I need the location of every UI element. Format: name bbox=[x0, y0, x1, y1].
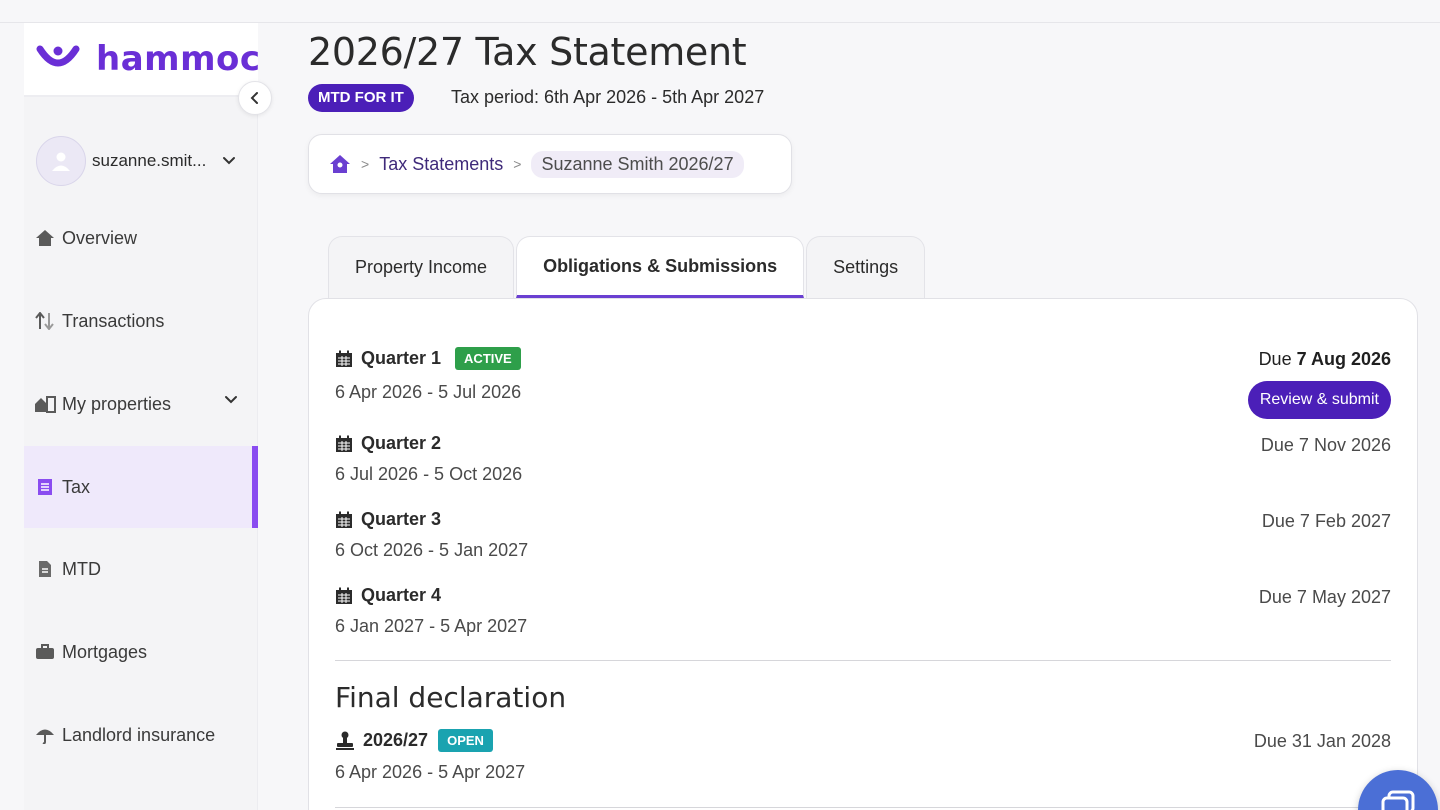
sort-arrows-icon bbox=[34, 310, 56, 332]
sidebar-item-my-properties[interactable]: My properties bbox=[24, 363, 258, 445]
sidebar: hammock suzanne.smit... Overview Transac… bbox=[24, 23, 272, 810]
logo[interactable]: hammock bbox=[24, 23, 258, 97]
final-declaration-title: Final declaration bbox=[335, 681, 567, 714]
chat-icon bbox=[1381, 790, 1415, 810]
final-dates: 6 Apr 2026 - 5 Apr 2027 bbox=[335, 762, 526, 782]
chevron-left-icon bbox=[250, 92, 258, 104]
sidebar-item-label: Transactions bbox=[62, 310, 165, 331]
avatar bbox=[36, 136, 86, 186]
sidebar-item-label: Landlord insurance bbox=[62, 724, 216, 745]
home-icon bbox=[330, 155, 350, 173]
due-date: Due 7 Feb 2027 bbox=[1261, 511, 1391, 531]
stamp-icon bbox=[335, 731, 355, 751]
breadcrumb-separator: > bbox=[513, 156, 522, 172]
quarter-title: Quarter 2 bbox=[361, 433, 442, 453]
mtd-badge: MTD FOR IT bbox=[308, 84, 414, 112]
quarter-dates: 6 Jul 2026 - 5 Oct 2026 bbox=[335, 464, 523, 484]
collapse-sidebar-button[interactable] bbox=[238, 81, 272, 115]
quarter-dates: 6 Oct 2026 - 5 Jan 2027 bbox=[335, 540, 529, 560]
chevron-down-icon bbox=[223, 157, 235, 165]
user-menu[interactable]: suzanne.smit... bbox=[36, 135, 246, 187]
sidebar-item-label: Tax bbox=[62, 476, 91, 497]
quarter-row: Quarter 4 6 Jan 2027 - 5 Apr 2027 Due 7 … bbox=[335, 585, 1391, 637]
sidebar-item-label: MTD bbox=[62, 558, 101, 579]
hammock-logo-icon bbox=[36, 45, 80, 67]
brand-name: hammock bbox=[96, 39, 258, 79]
home-icon bbox=[34, 227, 56, 249]
quarter-dates: 6 Jan 2027 - 5 Apr 2027 bbox=[335, 616, 528, 636]
document-icon bbox=[34, 476, 56, 498]
calendar-icon bbox=[335, 587, 353, 605]
sidebar-item-overview[interactable]: Overview bbox=[24, 197, 258, 279]
sidebar-item-transactions[interactable]: Transactions bbox=[24, 280, 258, 362]
calendar-icon bbox=[335, 350, 353, 368]
sidebar-item-label: Overview bbox=[62, 227, 138, 248]
quarter-row: Quarter 1 ACTIVE 6 Apr 2026 - 5 Jul 2026… bbox=[335, 347, 1391, 419]
sidebar-item-label: Mortgages bbox=[62, 641, 148, 662]
tab-bar: Property Income Obligations & Submission… bbox=[328, 236, 927, 298]
breadcrumb-separator: > bbox=[361, 156, 370, 172]
file-icon bbox=[34, 558, 56, 580]
breadcrumb-tax-statements[interactable]: Tax Statements bbox=[379, 154, 503, 175]
due-date: Due 31 Jan 2028 bbox=[1253, 731, 1391, 751]
tax-period: Tax period: 6th Apr 2026 - 5th Apr 2027 bbox=[451, 87, 765, 107]
calendar-icon bbox=[335, 511, 353, 529]
obligations-card: Quarter 1 ACTIVE 6 Apr 2026 - 5 Jul 2026… bbox=[308, 298, 1418, 810]
breadcrumb-current: Suzanne Smith 2026/27 bbox=[531, 150, 744, 178]
due-date: Due 7 Aug 2026 bbox=[1259, 349, 1391, 370]
review-submit-button[interactable]: Review & submit bbox=[1247, 381, 1391, 419]
breadcrumb: > Tax Statements > Suzanne Smith 2026/27 bbox=[308, 134, 792, 194]
briefcase-icon bbox=[34, 641, 56, 663]
quarter-dates: 6 Apr 2026 - 5 Jul 2026 bbox=[335, 382, 522, 402]
sidebar-item-label: My properties bbox=[62, 393, 172, 414]
breadcrumb-home[interactable] bbox=[329, 154, 351, 174]
status-badge: ACTIVE bbox=[455, 347, 521, 370]
properties-icon bbox=[34, 393, 56, 415]
quarter-title: Quarter 4 bbox=[361, 585, 442, 605]
umbrella-icon bbox=[34, 724, 56, 746]
quarter-row: Quarter 3 6 Oct 2026 - 5 Jan 2027 Due 7 … bbox=[335, 509, 1391, 561]
due-date-value: 7 Aug 2026 bbox=[1296, 349, 1391, 369]
tab-settings[interactable]: Settings bbox=[806, 236, 926, 298]
tab-obligations-submissions[interactable]: Obligations & Submissions bbox=[516, 236, 805, 298]
sidebar-item-mtd[interactable]: MTD bbox=[24, 528, 258, 610]
chevron-down-icon bbox=[225, 396, 237, 404]
sidebar-item-mortgages[interactable]: Mortgages bbox=[24, 611, 258, 693]
section-divider bbox=[335, 660, 1391, 661]
user-icon bbox=[52, 152, 70, 171]
due-prefix: Due bbox=[1258, 349, 1292, 369]
sidebar-item-tax[interactable]: Tax bbox=[24, 446, 258, 528]
status-badge: OPEN bbox=[438, 729, 493, 752]
final-title: 2026/27 bbox=[363, 730, 429, 750]
quarter-title: Quarter 3 bbox=[361, 509, 442, 529]
section-divider bbox=[335, 807, 1391, 808]
quarter-title: Quarter 1 bbox=[361, 348, 442, 368]
calendar-icon bbox=[335, 435, 353, 453]
due-date: Due 7 May 2027 bbox=[1258, 587, 1391, 607]
quarter-row: Quarter 2 6 Jul 2026 - 5 Oct 2026 Due 7 … bbox=[335, 433, 1391, 485]
final-declaration-row: 2026/27 OPEN 6 Apr 2026 - 5 Apr 2027 Due… bbox=[335, 729, 1391, 783]
sidebar-item-landlord-insurance[interactable]: Landlord insurance bbox=[24, 694, 258, 776]
due-date: Due 7 Nov 2026 bbox=[1260, 435, 1391, 455]
page-title: 2026/27 Tax Statement bbox=[308, 30, 747, 74]
tab-property-income[interactable]: Property Income bbox=[328, 236, 515, 298]
username: suzanne.smit... bbox=[92, 151, 207, 170]
